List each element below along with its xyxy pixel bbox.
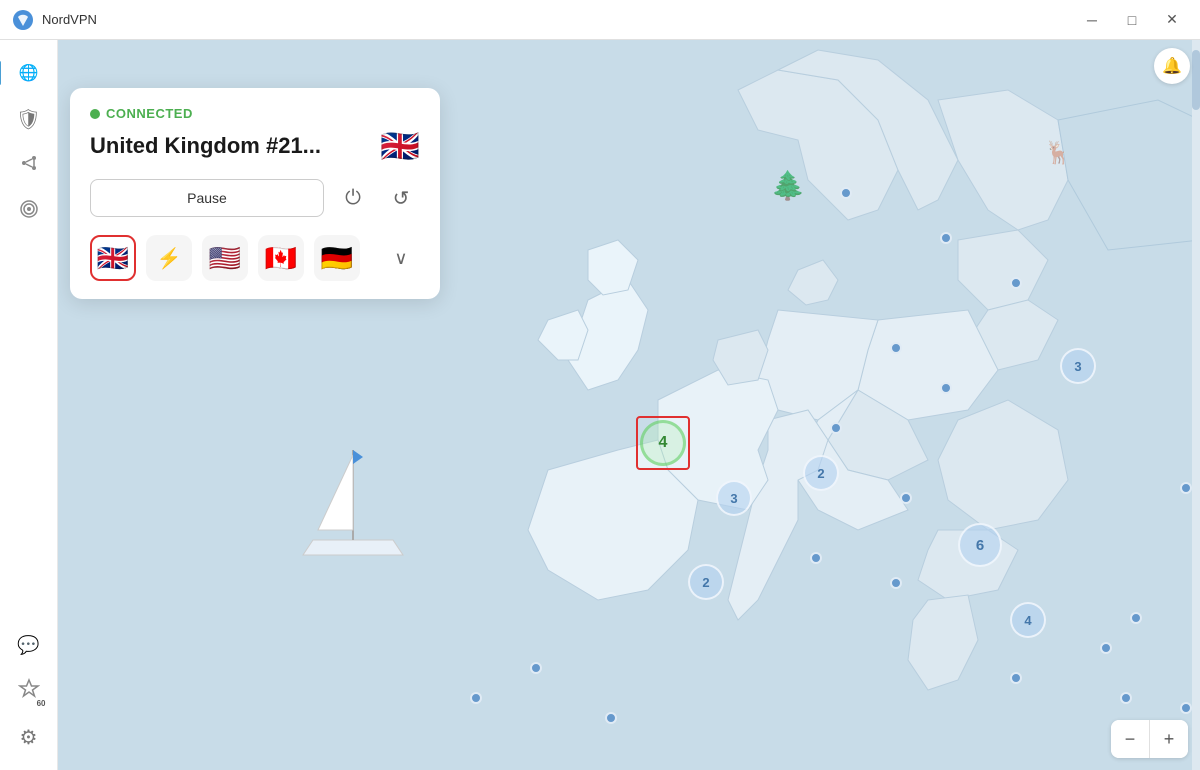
shield-icon: 🛡 (16, 107, 41, 132)
server-picks: 🇬🇧 ⚡ 🇺🇸 🇨🇦 🇩🇪 ∨ (90, 235, 420, 281)
window-controls: ─ □ ✕ (1076, 6, 1188, 34)
map-area[interactable]: 🌲 🦌 🔔 CONNECTED United Kingdom #21... 🇬🇧… (58, 40, 1200, 770)
cluster-central[interactable]: 6 (958, 523, 1002, 567)
pause-button[interactable]: Pause (90, 179, 324, 217)
sidebar-item-shield[interactable]: 🛡 (8, 98, 50, 140)
sidebar-item-meshnet[interactable] (8, 144, 50, 186)
server-pick-uk[interactable]: 🇬🇧 (90, 235, 136, 281)
server-pick-ca[interactable]: 🇨🇦 (258, 235, 304, 281)
cluster-count-balkans: 4 (1010, 602, 1046, 638)
gear-icon: ⚙ (20, 725, 38, 750)
cluster-spain[interactable]: 2 (688, 564, 724, 600)
dot-marker-16[interactable] (1180, 482, 1192, 494)
dot-marker-18[interactable] (470, 692, 482, 704)
us-flag-icon: 🇺🇸 (209, 243, 241, 274)
target-icon (19, 199, 39, 224)
connection-actions: Pause ⏻ ↺ (90, 179, 420, 217)
mesh-icon (19, 153, 39, 178)
power-button[interactable]: ⏻ (334, 179, 372, 217)
reconnect-button[interactable]: ↺ (382, 179, 420, 217)
cluster-benelux[interactable]: 2 (803, 455, 839, 491)
lightning-icon: ⚡ (157, 246, 182, 271)
dot-marker-7[interactable] (900, 492, 912, 504)
globe-icon: 🌐 (19, 63, 39, 83)
zoom-controls: − + (1111, 720, 1188, 758)
zoom-in-button[interactable]: + (1150, 720, 1188, 758)
map-scrollbar[interactable] (1192, 40, 1200, 770)
map-scrollbar-thumb (1192, 50, 1200, 110)
power-icon: ⏻ (345, 187, 361, 210)
app-logo (12, 9, 34, 31)
minimize-button[interactable]: ─ (1076, 6, 1108, 34)
close-button[interactable]: ✕ (1156, 6, 1188, 34)
server-pick-us[interactable]: 🇺🇸 (202, 235, 248, 281)
cluster-count-benelux: 2 (803, 455, 839, 491)
sidebar-item-map[interactable]: 🌐 (8, 52, 50, 94)
zoom-out-button[interactable]: − (1111, 720, 1149, 758)
dot-marker-2[interactable] (940, 232, 952, 244)
sidebar-item-settings[interactable]: ⚙ (8, 716, 50, 758)
dot-marker-13[interactable] (1120, 692, 1132, 704)
cluster-count-central: 6 (958, 523, 1002, 567)
svg-text:🦌: 🦌 (1044, 140, 1071, 165)
ca-flag-icon: 🇨🇦 (265, 243, 297, 274)
dot-marker-5[interactable] (940, 382, 952, 394)
cluster-balkans[interactable]: 4 (1010, 602, 1046, 638)
sidebar-item-support[interactable]: 💬 (8, 624, 50, 666)
expand-server-list-button[interactable]: ∨ (382, 239, 420, 277)
status-label: CONNECTED (106, 106, 193, 121)
server-pick-fast[interactable]: ⚡ (146, 235, 192, 281)
uk-active-marker[interactable]: 4 (636, 416, 690, 470)
refresh-icon: ↺ (393, 186, 410, 211)
server-pick-de[interactable]: 🇩🇪 (314, 235, 360, 281)
location-name: United Kingdom #21... (90, 133, 321, 159)
notification-bell[interactable]: 🔔 (1154, 48, 1190, 84)
bell-icon: 🔔 (1162, 56, 1182, 76)
cluster-count-france: 3 (716, 480, 752, 516)
dot-marker-1[interactable] (840, 187, 852, 199)
svg-text:🌲: 🌲 (771, 169, 806, 202)
de-flag-icon: 🇩🇪 (321, 243, 353, 274)
sidebar-item-badge[interactable]: 60 (8, 670, 50, 712)
dot-marker-17[interactable] (530, 662, 542, 674)
connection-panel: CONNECTED United Kingdom #21... 🇬🇧 Pause… (70, 88, 440, 299)
dot-marker-4[interactable] (890, 342, 902, 354)
dot-marker-10[interactable] (1130, 612, 1142, 624)
status-dot (90, 109, 100, 119)
uk-flag-icon: 🇬🇧 (97, 243, 129, 274)
dot-marker-9[interactable] (890, 577, 902, 589)
dot-marker-14[interactable] (1180, 702, 1192, 714)
dot-marker-12[interactable] (1010, 672, 1022, 684)
badge-count: 60 (37, 699, 46, 708)
sidebar: 🌐 🛡 (0, 40, 58, 770)
dot-marker-19[interactable] (605, 712, 617, 724)
app-title: NordVPN (42, 12, 1076, 27)
location-flag: 🇬🇧 (380, 127, 420, 165)
dot-marker-6[interactable] (830, 422, 842, 434)
cluster-france[interactable]: 3 (716, 480, 752, 516)
cluster-count-east: 3 (1060, 348, 1096, 384)
title-bar: NordVPN ─ □ ✕ (0, 0, 1200, 40)
chat-icon: 💬 (17, 635, 39, 656)
sidebar-item-threat[interactable] (8, 190, 50, 232)
cluster-east[interactable]: 3 (1060, 348, 1096, 384)
connection-status: CONNECTED (90, 106, 420, 121)
maximize-button[interactable]: □ (1116, 6, 1148, 34)
dot-marker-3[interactable] (1010, 277, 1022, 289)
dot-marker-8[interactable] (810, 552, 822, 564)
main-content: 🌐 🛡 (0, 40, 1200, 770)
uk-cluster-count: 4 (640, 420, 686, 466)
cluster-count-spain: 2 (688, 564, 724, 600)
connection-location: United Kingdom #21... 🇬🇧 (90, 127, 420, 165)
chevron-down-icon: ∨ (394, 248, 407, 269)
dot-marker-11[interactable] (1100, 642, 1112, 654)
